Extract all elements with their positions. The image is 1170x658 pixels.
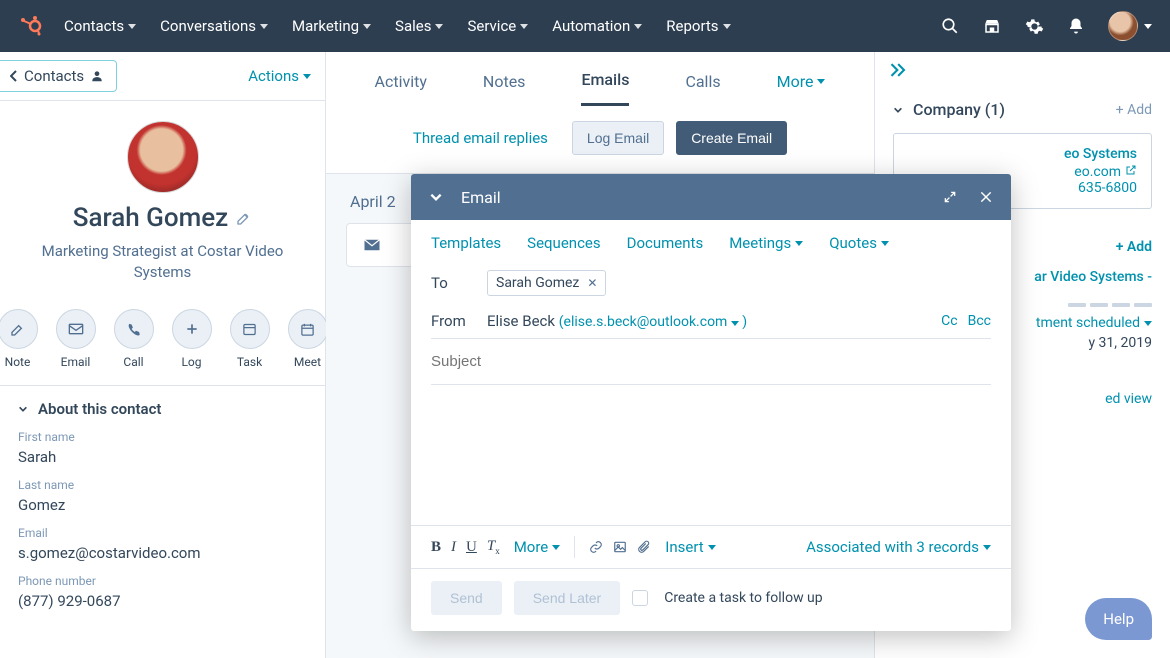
quotes-dropdown[interactable]: Quotes [829,234,889,252]
send-later-button[interactable]: Send Later [514,581,621,615]
email-body-editor[interactable] [411,385,1011,525]
actions-dropdown[interactable]: Actions [248,67,311,85]
email-button[interactable] [56,309,96,349]
image-button[interactable] [613,540,627,554]
back-label: Contacts [24,67,84,85]
sequences-link[interactable]: Sequences [527,234,600,252]
company-section-toggle[interactable]: Company (1) [893,100,1005,119]
hubspot-logo-icon[interactable] [18,13,44,39]
followup-label: Create a task to follow up [664,590,822,606]
insert-dropdown[interactable]: Insert [665,538,715,556]
person-icon [90,69,104,83]
to-label: To [431,274,473,292]
phone-value[interactable]: (877) 929-0687 [18,592,307,610]
italic-button[interactable]: I [451,539,456,556]
associated-records-dropdown[interactable]: Associated with 3 records [806,538,991,556]
settings-gear-icon[interactable] [1024,16,1044,36]
tab-more[interactable]: More [777,72,826,105]
user-avatar-icon [1108,11,1138,41]
edit-pencil-icon[interactable] [236,210,252,226]
quick-actions: Note Email Call Log Task Meet [0,293,325,385]
templates-link[interactable]: Templates [431,234,501,252]
documents-link[interactable]: Documents [627,234,704,252]
contact-job-title: Marketing Strategist at Costar Video Sys… [16,241,309,283]
call-button[interactable] [114,309,154,349]
minimize-compose-icon[interactable] [425,186,447,208]
attach-button[interactable] [637,540,651,554]
email-value[interactable]: s.gomez@costarvideo.com [18,544,307,562]
send-button[interactable]: Send [431,581,502,615]
field-label: Email [18,526,307,540]
create-email-button[interactable]: Create Email [676,121,787,155]
format-more-dropdown[interactable]: More [514,538,561,556]
meetings-dropdown[interactable]: Meetings [729,234,803,252]
add-company-link[interactable]: + Add [1116,102,1152,118]
nav-contacts[interactable]: Contacts [64,17,136,35]
tab-activity[interactable]: Activity [375,72,427,105]
meet-button[interactable] [288,309,328,349]
back-to-contacts-button[interactable]: Contacts [0,60,117,92]
nav-reports[interactable]: Reports [666,17,730,35]
collapse-right-icon[interactable] [889,62,909,78]
underline-button[interactable]: U [466,539,477,556]
stage-pip [1068,303,1086,307]
field-label: Phone number [18,574,307,588]
link-button[interactable] [589,540,603,554]
contact-avatar[interactable] [127,121,199,193]
recipient-chip[interactable]: Sarah Gomez✕ [487,270,606,296]
log-button[interactable] [172,309,212,349]
last-name-value[interactable]: Gomez [18,496,307,514]
envelope-icon [363,238,381,252]
stage-pip [1134,303,1152,307]
search-icon[interactable] [940,16,960,36]
tab-calls[interactable]: Calls [685,72,720,105]
company-name: eo Systems [908,146,1137,162]
nav-conversations[interactable]: Conversations [160,17,268,35]
about-section-toggle[interactable]: About this contact [18,400,307,418]
note-button[interactable] [0,309,38,349]
compose-title: Email [461,188,925,207]
contact-name: Sarah Gomez [73,203,229,233]
global-nav: Contacts Conversations Marketing Sales S… [0,0,1170,52]
expand-compose-icon[interactable] [939,186,961,208]
log-email-button[interactable]: Log Email [572,121,664,155]
nav-marketing[interactable]: Marketing [292,17,371,35]
cc-link[interactable]: Cc [941,313,957,329]
chevron-down-icon [18,404,28,414]
add-deal-link[interactable]: + Add [1116,239,1152,255]
field-label: Last name [18,478,307,492]
from-label: From [431,312,473,330]
tab-notes[interactable]: Notes [483,72,526,105]
chevron-down-icon [893,105,903,115]
nav-automation[interactable]: Automation [552,17,642,35]
task-button[interactable] [230,309,270,349]
followup-task-checkbox[interactable] [632,590,648,606]
notifications-bell-icon[interactable] [1066,16,1086,36]
tab-emails[interactable]: Emails [581,70,629,106]
bcc-link[interactable]: Bcc [968,313,991,329]
help-button[interactable]: Help [1085,598,1152,640]
marketplace-icon[interactable] [982,16,1002,36]
bold-button[interactable]: B [431,539,441,556]
remove-recipient-icon[interactable]: ✕ [587,276,597,290]
nav-sales[interactable]: Sales [395,17,443,35]
from-selector[interactable]: Elise Beck (elise.s.beck@outlook.com ) [487,312,747,330]
clear-format-button[interactable]: Tx [487,538,500,556]
close-compose-icon[interactable] [975,186,997,208]
thread-replies-link[interactable]: Thread email replies [413,129,548,147]
account-menu[interactable] [1108,11,1152,41]
nav-service[interactable]: Service [467,17,528,35]
external-link-icon [1125,164,1137,176]
stage-pip [1090,303,1108,307]
first-name-value[interactable]: Sarah [18,448,307,466]
stage-pip [1112,303,1130,307]
email-compose-modal: Email Templates Sequences Documents Meet… [411,174,1011,631]
field-label: First name [18,430,307,444]
subject-input[interactable] [431,347,991,376]
contact-sidebar: Contacts Actions Sarah Gomez Marketing S… [0,52,326,658]
